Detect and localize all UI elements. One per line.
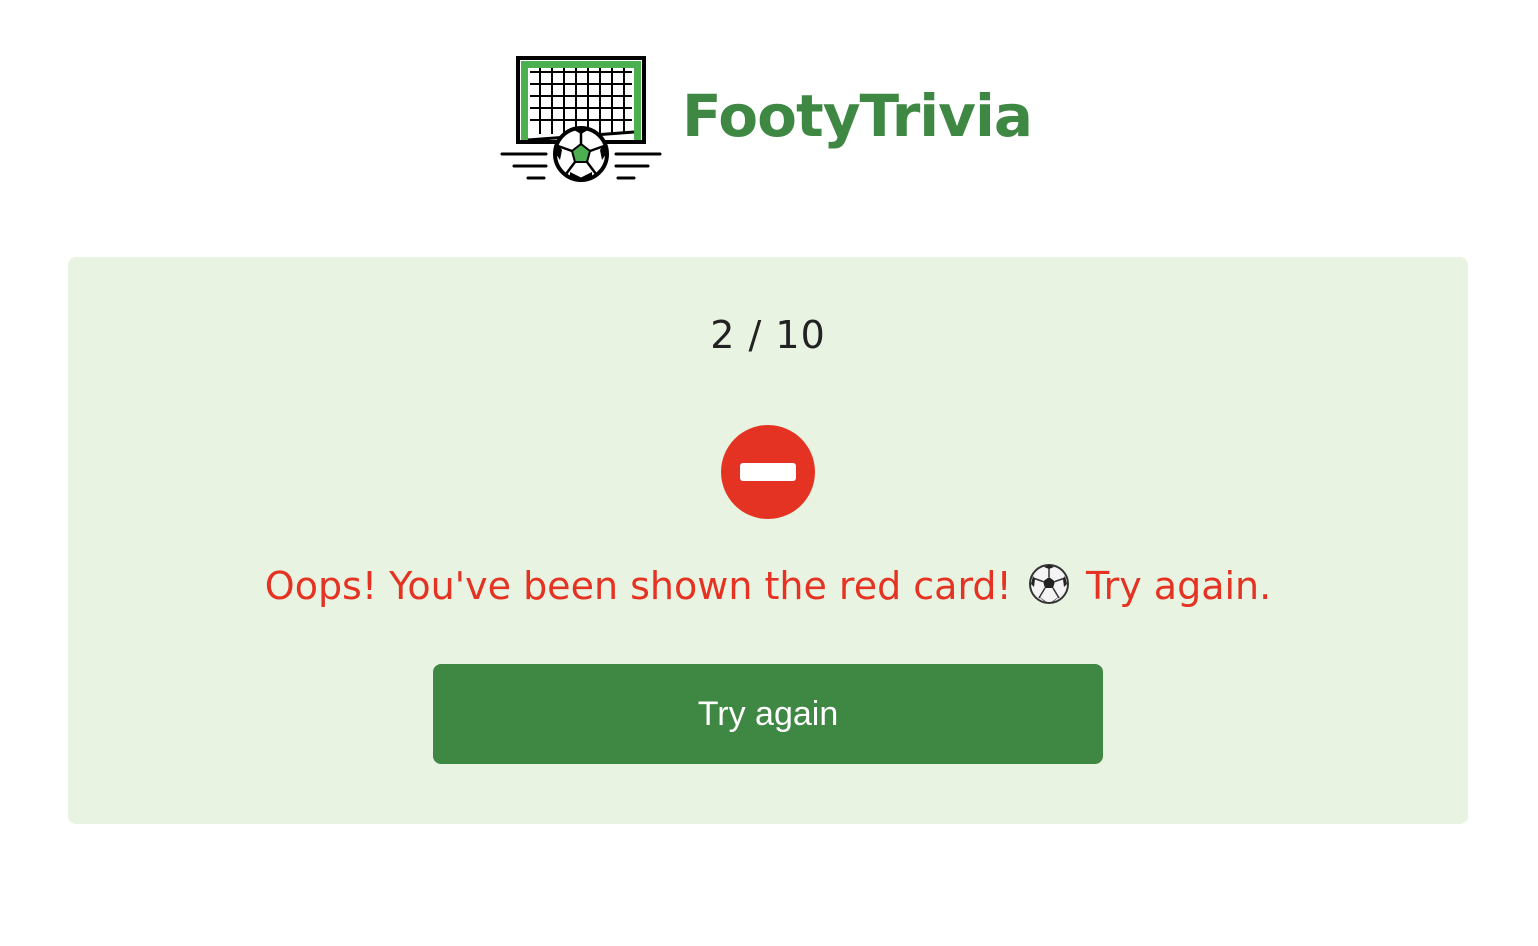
result-card: 2 / 10 Oops! You've been shown the red c… [68, 257, 1468, 824]
no-entry-icon [721, 425, 815, 519]
result-message: Oops! You've been shown the red card! Tr… [68, 563, 1468, 608]
try-again-button[interactable]: Try again [433, 664, 1103, 764]
header: FootyTrivia [500, 54, 1033, 184]
soccer-ball-icon [1028, 564, 1069, 604]
result-message-suffix: Try again. [1085, 564, 1272, 608]
result-message-text: Oops! You've been shown the red card! [264, 564, 1012, 608]
brand-title: FootyTrivia [682, 82, 1033, 150]
question-progress: 2 / 10 [710, 313, 826, 357]
soccer-goal-icon [500, 56, 662, 182]
